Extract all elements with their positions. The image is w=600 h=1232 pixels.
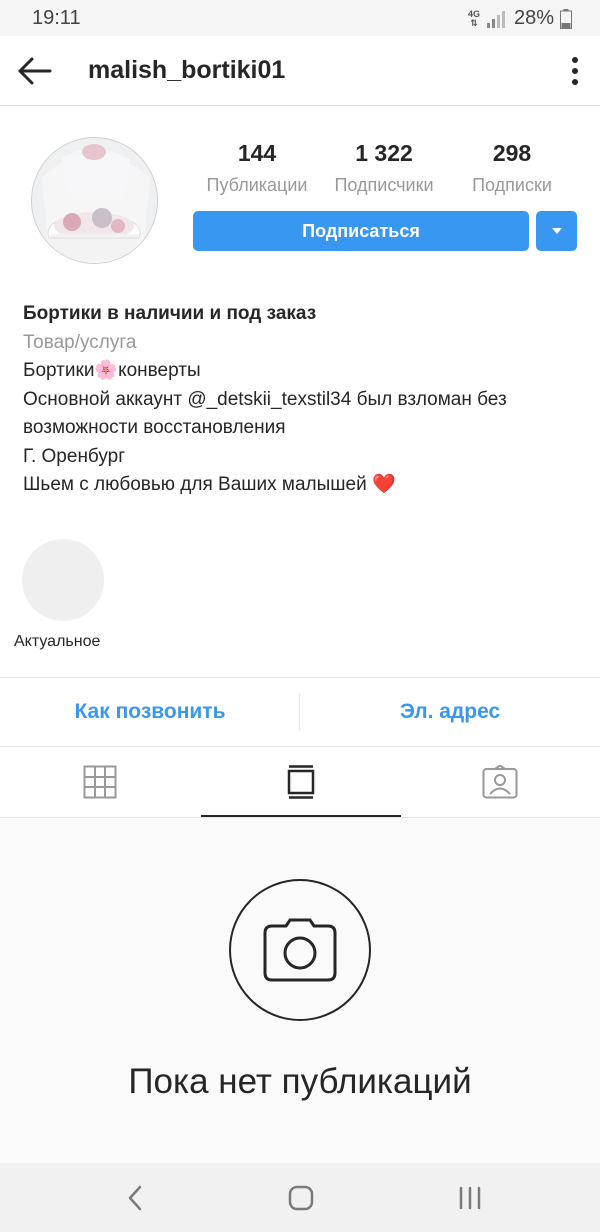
recents-icon bbox=[459, 1186, 481, 1210]
profile-tabs bbox=[0, 747, 600, 817]
avatar-image bbox=[32, 138, 157, 263]
nav-recents-button[interactable] bbox=[452, 1180, 488, 1216]
profile-bio: Бортики в наличии и под заказ Товар/услу… bbox=[23, 300, 583, 500]
email-button[interactable]: Эл. адрес bbox=[300, 678, 600, 746]
profile-username: malish_bortiki01 bbox=[88, 56, 286, 84]
stat-following-label: Подписки bbox=[472, 175, 552, 195]
bio-line: Шьем с любовью для Ваших малышей ❤️ bbox=[23, 474, 396, 495]
nav-back-button[interactable] bbox=[117, 1180, 153, 1216]
highlight-label: Актуальное bbox=[14, 633, 101, 650]
empty-state-circle bbox=[229, 879, 371, 1021]
network-type-icon: 4G ⇅ bbox=[467, 8, 480, 28]
profile-avatar[interactable] bbox=[31, 137, 158, 264]
bio-line: Бортики🌸конверты bbox=[23, 360, 201, 381]
stat-posts-value: 144 bbox=[237, 140, 277, 166]
bio-title: Бортики в наличии и под заказ bbox=[23, 303, 317, 324]
signal-icon bbox=[486, 10, 505, 28]
stat-followers[interactable]: 1 322 Подписчики bbox=[324, 140, 444, 196]
stat-posts[interactable]: 144 Публикации bbox=[197, 140, 317, 196]
empty-state-title: Пока нет публикаций bbox=[128, 1062, 472, 1101]
highlight-circle[interactable] bbox=[22, 539, 104, 621]
battery-icon bbox=[560, 8, 572, 29]
more-vertical-icon[interactable] bbox=[564, 53, 586, 89]
camera-icon bbox=[263, 918, 337, 982]
stat-followers-value: 1 322 bbox=[355, 140, 413, 166]
call-button[interactable]: Как позвонить bbox=[0, 678, 300, 746]
nav-home-button[interactable] bbox=[283, 1180, 319, 1216]
bio-line: Г. Оренбург bbox=[23, 445, 126, 467]
feed-icon bbox=[287, 765, 315, 799]
system-nav-bar bbox=[0, 1163, 600, 1232]
suggested-accounts-button[interactable] bbox=[536, 211, 577, 251]
profile-top-bar: malish_bortiki01 bbox=[0, 36, 600, 106]
status-time: 19:11 bbox=[32, 7, 81, 29]
bio-line: Основной аккаунт @_detskii_texstil34 был… bbox=[23, 388, 507, 439]
tagged-icon bbox=[482, 765, 518, 799]
caret-down-icon bbox=[551, 228, 562, 234]
tab-tagged[interactable] bbox=[400, 747, 600, 817]
stat-followers-label: Подписчики bbox=[334, 175, 434, 195]
contact-bar: Как позвонить Эл. адрес bbox=[0, 677, 600, 747]
arrow-left-icon[interactable] bbox=[14, 51, 54, 91]
stat-following[interactable]: 298 Подписки bbox=[452, 140, 572, 196]
tab-feed[interactable] bbox=[201, 747, 401, 817]
stat-posts-label: Публикации bbox=[206, 175, 308, 195]
home-icon bbox=[288, 1185, 314, 1211]
stat-following-value: 298 bbox=[492, 140, 532, 166]
battery-percent: 28% bbox=[513, 7, 554, 29]
follow-button[interactable]: Подписаться bbox=[193, 211, 529, 251]
back-icon bbox=[128, 1185, 142, 1211]
bio-category[interactable]: Товар/услуга bbox=[23, 329, 583, 358]
status-icons: 4G ⇅ 28% bbox=[468, 7, 572, 30]
grid-icon bbox=[83, 765, 117, 799]
empty-posts-section: Пока нет публикаций bbox=[0, 817, 600, 1163]
tab-grid[interactable] bbox=[0, 747, 200, 817]
status-bar: 19:11 4G ⇅ 28% bbox=[0, 0, 600, 36]
